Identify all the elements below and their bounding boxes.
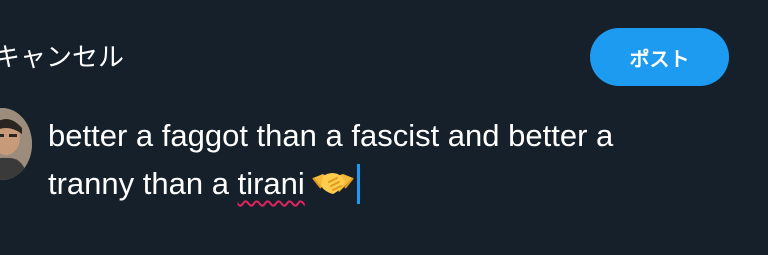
post-button[interactable]: ポスト bbox=[590, 28, 729, 86]
composer-text-line1: better a faggot than a fascist and bette… bbox=[48, 118, 614, 153]
handshake-emoji-icon bbox=[311, 166, 355, 200]
tweet-text-input[interactable]: better a faggot than a fascist and bette… bbox=[48, 112, 756, 208]
text-caret bbox=[356, 164, 360, 204]
avatar-photo-icon bbox=[0, 108, 32, 180]
composer-text-line2: tranny than a bbox=[48, 166, 238, 201]
avatar[interactable] bbox=[0, 108, 32, 180]
cancel-button[interactable]: キャンセル bbox=[0, 38, 124, 78]
misspelled-word[interactable]: tirani bbox=[238, 166, 305, 201]
